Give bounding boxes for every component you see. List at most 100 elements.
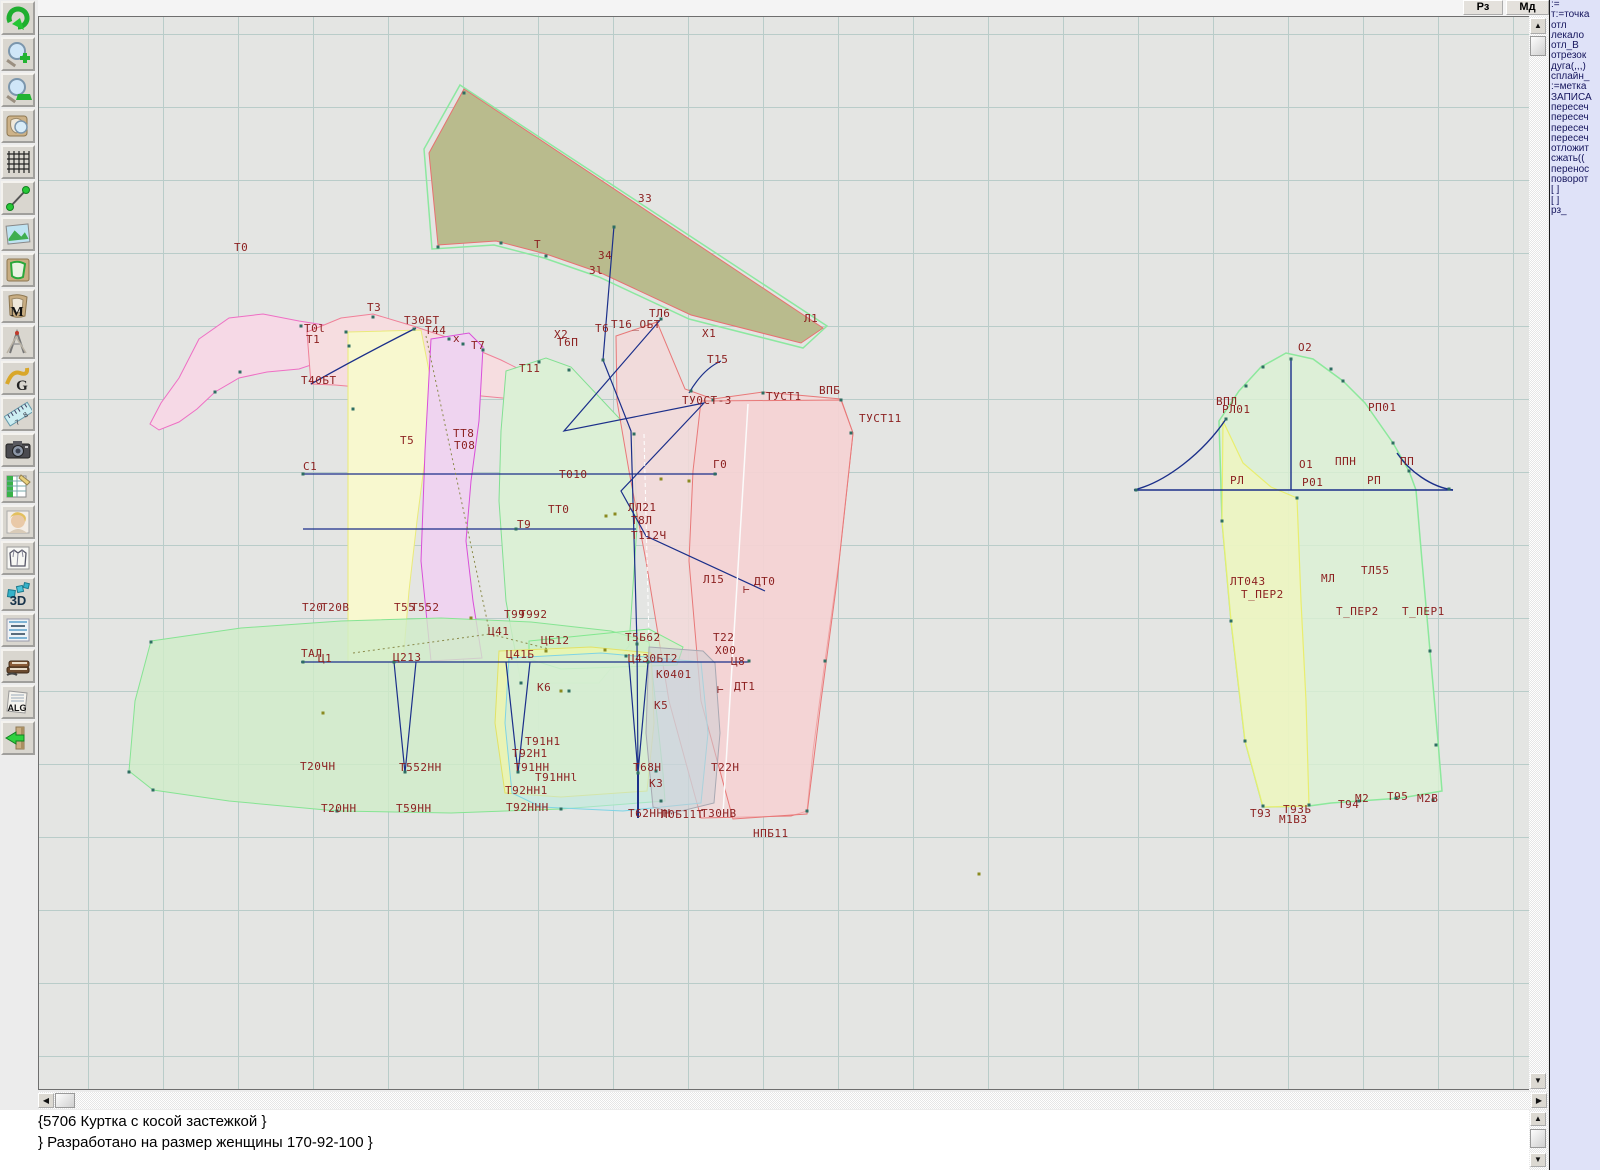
pattern-piece-band[interactable] (429, 89, 823, 343)
point-marker[interactable] (1330, 368, 1333, 371)
point-marker[interactable] (762, 392, 765, 395)
point-marker[interactable] (1262, 366, 1265, 369)
panel-item[interactable]: пересеч (1550, 103, 1600, 113)
point-marker[interactable] (1221, 520, 1224, 523)
exit-button[interactable] (1, 721, 35, 755)
point-marker[interactable] (463, 92, 466, 95)
point-marker[interactable] (714, 473, 717, 476)
point-marker-olive[interactable] (604, 649, 607, 652)
camera-button[interactable] (1, 433, 35, 467)
point-marker-olive[interactable] (470, 617, 473, 620)
alg-button[interactable]: ALG (1, 685, 35, 719)
garment-button[interactable] (1, 541, 35, 575)
panel-item[interactable]: пересеч (1550, 134, 1600, 144)
panel-item[interactable]: пересеч (1550, 124, 1600, 134)
panel-item[interactable]: [ ] (1550, 185, 1600, 195)
console[interactable]: {5706 Куртка с косой застежкой } } Разра… (0, 1110, 1529, 1170)
point-marker[interactable] (500, 242, 503, 245)
point-marker[interactable] (462, 343, 465, 346)
point-marker[interactable] (1429, 650, 1432, 653)
scroll-left-button[interactable]: ◀ (38, 1093, 54, 1108)
panel-item[interactable]: дуга(,,,) (1550, 62, 1600, 72)
point-marker[interactable] (1392, 442, 1395, 445)
command-panel[interactable]: :=т:=точкаотллекалоотл_Вотрезокдуга(,,,)… (1549, 0, 1600, 1170)
preview-button[interactable] (1, 109, 35, 143)
point-marker-olive[interactable] (322, 712, 325, 715)
panel-item[interactable]: поворот (1550, 175, 1600, 185)
point-marker[interactable] (560, 808, 563, 811)
scroll-down-button[interactable]: ▼ (1530, 1073, 1546, 1089)
point-marker-olive[interactable] (614, 513, 617, 516)
point-marker[interactable] (152, 789, 155, 792)
ruler-button[interactable]: 78 (1, 397, 35, 431)
panel-item[interactable]: рз_ (1550, 206, 1600, 216)
point-marker[interactable] (1245, 385, 1248, 388)
point-marker[interactable] (806, 810, 809, 813)
panel-item[interactable]: отл (1550, 21, 1600, 31)
point-marker[interactable] (352, 408, 355, 411)
point-marker[interactable] (850, 432, 853, 435)
point-marker[interactable] (448, 338, 451, 341)
zoom-in-button[interactable] (1, 37, 35, 71)
scroll-right-button[interactable]: ▶ (1531, 1093, 1547, 1108)
point-marker[interactable] (568, 369, 571, 372)
point-marker-olive[interactable] (560, 690, 563, 693)
console-scrollbar[interactable]: ▲ ▼ (1529, 1110, 1548, 1170)
point-marker-olive[interactable] (978, 873, 981, 876)
panel-item[interactable]: сплайн_ (1550, 72, 1600, 82)
g-tool-button[interactable]: G (1, 361, 35, 395)
point-marker[interactable] (660, 800, 663, 803)
point-marker-olive[interactable] (660, 478, 663, 481)
drafting-tools-button[interactable] (1, 325, 35, 359)
canvas-vscrollbar[interactable]: ▲ ▼ (1529, 16, 1548, 1091)
books-button[interactable] (1, 649, 35, 683)
point-marker[interactable] (633, 433, 636, 436)
panel-item[interactable]: лекало (1550, 31, 1600, 41)
zoom-out-button[interactable] (1, 73, 35, 107)
panel-item[interactable]: т:=точка (1550, 10, 1600, 20)
point-marker[interactable] (1408, 470, 1411, 473)
point-marker[interactable] (128, 771, 131, 774)
image-button[interactable] (1, 217, 35, 251)
list-button[interactable] (1, 613, 35, 647)
point-marker-olive[interactable] (688, 480, 691, 483)
pattern-button[interactable] (1, 253, 35, 287)
point-marker[interactable] (348, 345, 351, 348)
panel-item[interactable]: сжать(( (1550, 154, 1600, 164)
panel-item[interactable]: ЗАПИСА (1550, 93, 1600, 103)
table-button[interactable] (1, 469, 35, 503)
md-button[interactable]: Мд (1506, 0, 1549, 15)
point-marker[interactable] (568, 690, 571, 693)
threed-button[interactable]: 3D (1, 577, 35, 611)
panel-item[interactable]: отложит (1550, 144, 1600, 154)
point-marker[interactable] (413, 328, 416, 331)
point-marker[interactable] (545, 255, 548, 258)
point-marker[interactable] (302, 661, 305, 664)
vscroll-thumb[interactable] (1530, 36, 1546, 56)
point-marker[interactable] (239, 371, 242, 374)
point-marker[interactable] (1230, 620, 1233, 623)
point-marker[interactable] (520, 682, 523, 685)
console-scroll-up-button[interactable]: ▲ (1530, 1112, 1546, 1126)
point-marker[interactable] (1435, 744, 1438, 747)
panel-item[interactable]: отрезок (1550, 51, 1600, 61)
point-marker[interactable] (690, 390, 693, 393)
point-marker-olive[interactable] (605, 515, 608, 518)
point-marker[interactable] (1448, 488, 1451, 491)
point-marker[interactable] (840, 399, 843, 402)
point-marker[interactable] (824, 660, 827, 663)
console-scroll-thumb[interactable] (1530, 1129, 1546, 1148)
scroll-up-button[interactable]: ▲ (1530, 18, 1546, 34)
segment-button[interactable] (1, 181, 35, 215)
point-marker[interactable] (1296, 497, 1299, 500)
point-marker[interactable] (345, 331, 348, 334)
refresh-button[interactable] (1, 1, 35, 35)
point-marker[interactable] (748, 660, 751, 663)
point-marker[interactable] (372, 316, 375, 319)
console-scroll-down-button[interactable]: ▼ (1530, 1153, 1546, 1167)
point-marker[interactable] (1225, 418, 1228, 421)
point-marker[interactable] (613, 226, 616, 229)
point-marker[interactable] (214, 391, 217, 394)
panel-item[interactable]: :=метка (1550, 82, 1600, 92)
panel-item[interactable]: := (1550, 0, 1600, 10)
